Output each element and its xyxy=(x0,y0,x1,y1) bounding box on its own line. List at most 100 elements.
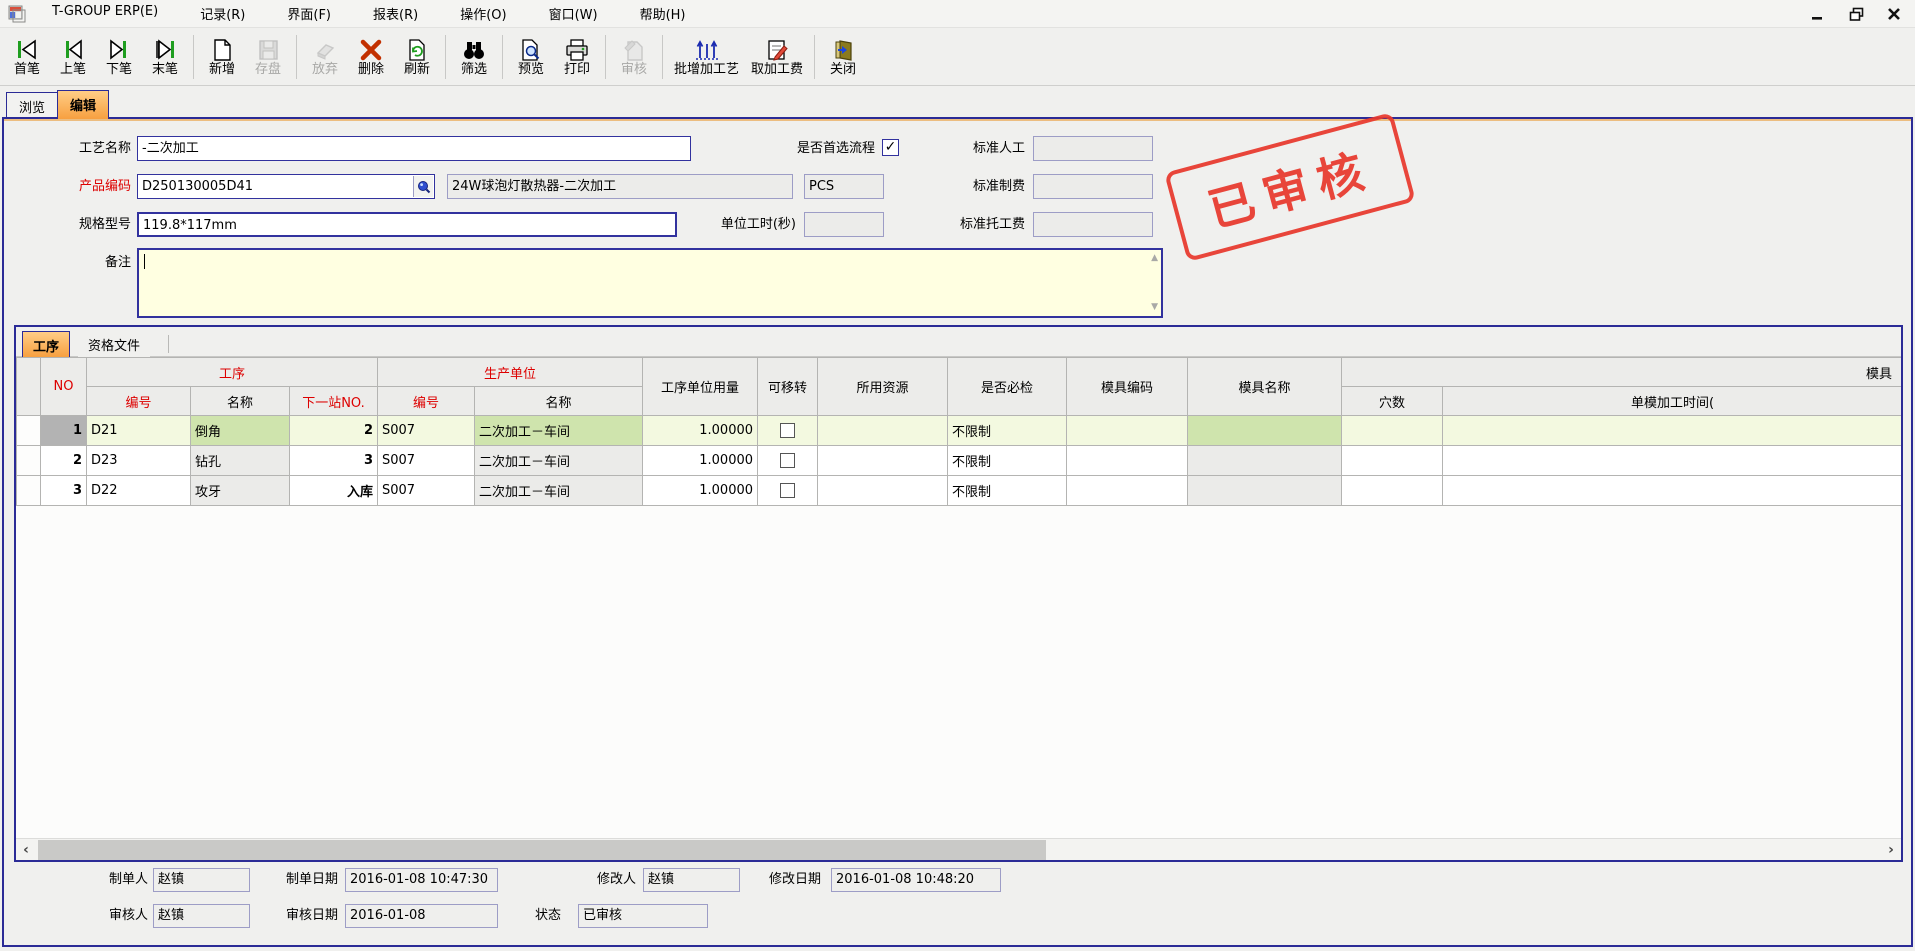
table-cell[interactable]: S007 xyxy=(378,446,475,476)
table-cell[interactable]: 不限制 xyxy=(948,476,1067,506)
toolbar-last-button[interactable]: 末笔 xyxy=(142,30,188,84)
menu-item[interactable]: T-GROUP ERP(E) xyxy=(38,0,172,27)
table-cell[interactable]: 入库 xyxy=(290,476,378,506)
subtab-qualification[interactable]: 资格文件 xyxy=(78,331,150,357)
minimize-icon[interactable] xyxy=(1807,5,1829,23)
header-mold-name[interactable]: 模具名称 xyxy=(1188,358,1342,416)
header-must-check[interactable]: 是否必检 xyxy=(948,358,1067,416)
table-cell[interactable]: D21 xyxy=(87,416,191,446)
header-unit-name[interactable]: 名称 xyxy=(475,387,643,416)
table-row[interactable]: 1D21倒角2S007二次加工－车间1.00000不限制 xyxy=(17,416,1902,446)
table-cell[interactable]: S007 xyxy=(378,416,475,446)
toolbar-print-button[interactable]: 打印 xyxy=(554,30,600,84)
header-code[interactable]: 编号 xyxy=(87,387,191,416)
menu-item[interactable]: 帮助(H) xyxy=(626,0,700,27)
table-cell[interactable] xyxy=(1443,416,1901,446)
scroll-left-icon[interactable]: ‹ xyxy=(16,839,36,861)
table-cell[interactable] xyxy=(1067,476,1188,506)
movable-checkbox[interactable] xyxy=(780,483,795,498)
table-cell[interactable]: 不限制 xyxy=(948,416,1067,446)
table-cell[interactable]: 倒角 xyxy=(191,416,290,446)
table-cell[interactable] xyxy=(1342,446,1443,476)
row-selector-cell[interactable] xyxy=(17,416,41,446)
scrollbar-thumb[interactable] xyxy=(38,840,1046,860)
table-cell[interactable]: 2 xyxy=(41,446,87,476)
toolbar-delete-button[interactable]: 删除 xyxy=(348,30,394,84)
table-cell[interactable]: 不限制 xyxy=(948,446,1067,476)
table-cell[interactable] xyxy=(1188,476,1342,506)
toolbar-preview-button[interactable]: 预览 xyxy=(508,30,554,84)
horizontal-scrollbar[interactable]: ‹ › xyxy=(16,838,1901,860)
movable-checkbox[interactable] xyxy=(780,453,795,468)
restore-icon[interactable] xyxy=(1845,5,1867,23)
table-row[interactable]: 3D22攻牙入库S007二次加工－车间1.00000 不限制 xyxy=(17,476,1902,506)
table-cell[interactable] xyxy=(1443,446,1901,476)
table-cell[interactable]: 二次加工－车间 xyxy=(475,446,643,476)
movable-checkbox[interactable] xyxy=(780,423,795,438)
header-mold-time[interactable]: 单模加工时间( xyxy=(1443,387,1901,416)
table-cell[interactable]: 1.00000 xyxy=(643,416,758,446)
table-cell[interactable]: 1.00000 xyxy=(643,476,758,506)
table-cell[interactable] xyxy=(818,416,948,446)
menu-item[interactable]: 窗口(W) xyxy=(535,0,612,27)
header-cavities[interactable]: 穴数 xyxy=(1342,387,1443,416)
table-cell[interactable]: D22 xyxy=(87,476,191,506)
table-cell[interactable]: 2 xyxy=(290,416,378,446)
close-icon[interactable] xyxy=(1883,5,1905,23)
table-cell[interactable] xyxy=(758,416,818,446)
toolbar-get-processing-fee-button[interactable]: 取加工费 xyxy=(745,30,809,84)
table-cell[interactable]: 攻牙 xyxy=(191,476,290,506)
header-unit-group[interactable]: 生产单位 xyxy=(378,358,643,387)
subtab-process[interactable]: 工序 xyxy=(22,331,70,357)
table-cell[interactable]: 二次加工－车间 xyxy=(475,476,643,506)
product-lookup-button[interactable] xyxy=(413,176,433,197)
table-cell[interactable]: 1 xyxy=(41,416,87,446)
tab-edit[interactable]: 编辑 xyxy=(57,90,109,119)
table-row[interactable]: 2D23钻孔3S007二次加工－车间1.00000 不限制 xyxy=(17,446,1902,476)
table-cell[interactable]: S007 xyxy=(378,476,475,506)
menu-item[interactable]: 记录(R) xyxy=(186,0,259,27)
table-cell[interactable] xyxy=(1342,476,1443,506)
header-unit-code[interactable]: 编号 xyxy=(378,387,475,416)
table-cell[interactable]: 1.00000 xyxy=(643,446,758,476)
menu-item[interactable]: 操作(O) xyxy=(446,0,520,27)
remarks-textarea[interactable]: ▲ ▼ xyxy=(137,248,1163,318)
toolbar-next-button[interactable]: 下笔 xyxy=(96,30,142,84)
header-mold-group[interactable]: 模具 xyxy=(1342,358,1901,387)
toolbar-refresh-button[interactable]: 刷新 xyxy=(394,30,440,84)
scroll-down-icon[interactable]: ▼ xyxy=(1151,303,1158,312)
toolbar-batch-add-process-button[interactable]: 批增加工艺 xyxy=(668,30,745,84)
table-cell[interactable]: 3 xyxy=(41,476,87,506)
scroll-up-icon[interactable]: ▲ xyxy=(1151,254,1158,263)
product-code-input[interactable]: D250130005D41 xyxy=(137,174,435,199)
table-cell[interactable]: 3 xyxy=(290,446,378,476)
table-cell[interactable] xyxy=(758,446,818,476)
table-cell[interactable] xyxy=(1342,416,1443,446)
header-no[interactable]: NO xyxy=(41,358,87,416)
header-resource[interactable]: 所用资源 xyxy=(818,358,948,416)
toolbar-prev-button[interactable]: 上笔 xyxy=(50,30,96,84)
table-cell[interactable] xyxy=(818,476,948,506)
header-mold-code[interactable]: 模具编码 xyxy=(1067,358,1188,416)
header-movable[interactable]: 可移转 xyxy=(758,358,818,416)
table-cell[interactable]: 钻孔 xyxy=(191,446,290,476)
spec-model-input[interactable]: 119.8*117mm xyxy=(137,212,677,237)
tab-browse[interactable]: 浏览 xyxy=(6,92,58,119)
process-name-input[interactable]: -二次加工 xyxy=(137,136,691,161)
menu-item[interactable]: 报表(R) xyxy=(359,0,432,27)
menu-item[interactable]: 界面(F) xyxy=(273,0,345,27)
table-cell[interactable] xyxy=(1443,476,1901,506)
row-selector-cell[interactable] xyxy=(17,446,41,476)
header-qty[interactable]: 工序单位用量 xyxy=(643,358,758,416)
toolbar-new-button[interactable]: 新增 xyxy=(199,30,245,84)
toolbar-filter-button[interactable]: 筛选 xyxy=(451,30,497,84)
toolbar-close-window-button[interactable]: 关闭 xyxy=(820,30,866,84)
table-cell[interactable] xyxy=(758,476,818,506)
scroll-right-icon[interactable]: › xyxy=(1881,839,1901,861)
table-cell[interactable]: D23 xyxy=(87,446,191,476)
header-name[interactable]: 名称 xyxy=(191,387,290,416)
table-cell[interactable] xyxy=(1067,446,1188,476)
row-selector-cell[interactable] xyxy=(17,476,41,506)
header-next-no[interactable]: 下一站NO. xyxy=(290,387,378,416)
table-cell[interactable] xyxy=(1188,446,1342,476)
